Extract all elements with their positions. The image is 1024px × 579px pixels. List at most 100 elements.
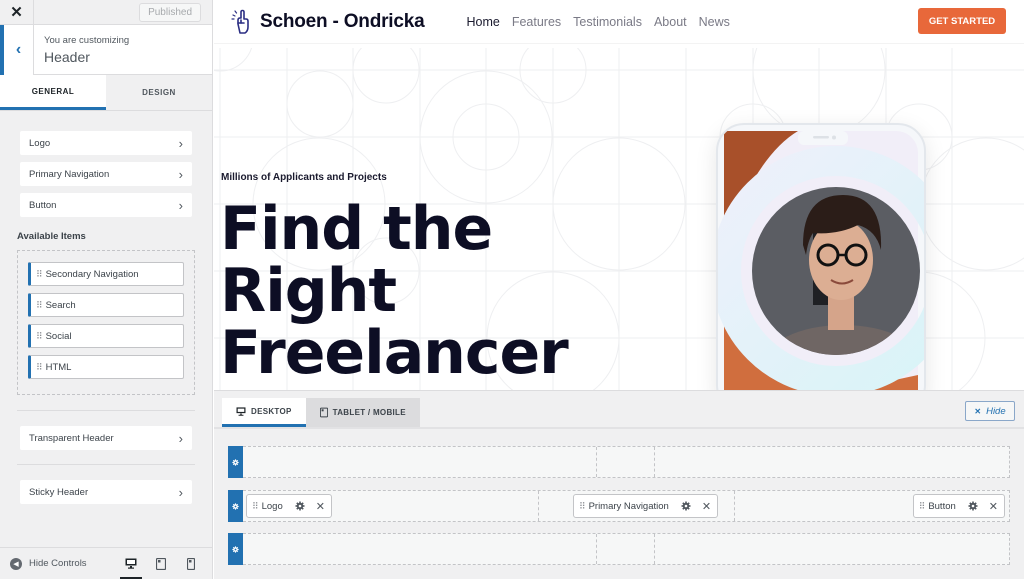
row-settings-button[interactable] [228, 533, 243, 565]
item-label: Secondary Navigation [45, 268, 139, 280]
item-label: HTML [45, 361, 72, 373]
dropzone-left[interactable] [243, 534, 597, 564]
chevron-right-icon: › [178, 430, 183, 446]
chevron-right-icon: › [178, 484, 183, 500]
available-item-html[interactable]: ⠿ HTML [28, 355, 184, 379]
gear-icon [232, 502, 239, 510]
remove-icon[interactable]: ✕ [989, 500, 998, 513]
hero-title: Find the Right Freelancer [220, 194, 569, 388]
tablet-icon [156, 557, 166, 570]
item-label: Primary Navigation [588, 500, 669, 512]
nav-home[interactable]: Home [466, 15, 499, 29]
dropzone-center[interactable]: ⠿ Primary Navigation ✕ [539, 491, 735, 521]
mobile-icon [187, 557, 195, 570]
site-preview: Schoen - Ondricka Home Features Testimon… [214, 0, 1024, 390]
available-items-title: Available Items [17, 231, 86, 242]
context-title: Header [44, 49, 90, 65]
builder-item-button[interactable]: ⠿ Button ✕ [912, 494, 1005, 518]
portrait-illustration [718, 131, 924, 390]
customizing-context: ‹ You are customizing Header [0, 25, 212, 75]
nav-features[interactable]: Features [512, 15, 561, 29]
close-icon[interactable]: ✕ [0, 0, 34, 25]
site-logo[interactable]: Schoen - Ondricka [230, 9, 425, 35]
section-label: Button [29, 199, 57, 211]
gear-icon[interactable] [681, 501, 691, 511]
dropzone-left[interactable]: ⠿ Logo ✕ [243, 491, 539, 521]
sidebar-top-bar: ✕ Published [0, 0, 212, 25]
dropzone-right[interactable] [655, 447, 1009, 477]
nav-news[interactable]: News [699, 15, 730, 29]
tab-design[interactable]: DESIGN [106, 75, 212, 110]
item-label: Search [45, 299, 76, 311]
item-label: Logo [261, 500, 283, 512]
get-started-button[interactable]: GET STARTED [918, 8, 1006, 34]
site-title: Schoen - Ondricka [260, 10, 425, 32]
row-settings-button[interactable] [228, 446, 243, 478]
section-logo[interactable]: Logo › [20, 131, 192, 155]
drag-handle-icon[interactable]: ⠿ [36, 362, 43, 373]
dropzone-center[interactable] [597, 534, 655, 564]
gear-icon[interactable] [295, 501, 305, 511]
drag-handle-icon[interactable]: ⠿ [36, 331, 43, 342]
hero-title-line: Right [220, 256, 397, 326]
tablet-icon [319, 407, 328, 418]
row-settings-button[interactable] [228, 490, 243, 522]
tab-desktop[interactable]: DESKTOP [222, 398, 306, 427]
section-button[interactable]: Button › [20, 193, 192, 217]
hero-subtitle: Millions of Applicants and Projects [221, 172, 387, 183]
hide-controls-button[interactable]: ◀ Hide Controls [0, 557, 87, 570]
hide-label: Hide [986, 405, 1006, 417]
tab-label: TABLET / MOBILE [332, 408, 406, 417]
drag-handle-icon[interactable]: ⠿ [36, 269, 43, 280]
remove-icon[interactable]: ✕ [316, 500, 325, 513]
dropzone-right[interactable] [655, 534, 1009, 564]
tab-divider [214, 427, 1024, 429]
builder-item-logo[interactable]: ⠿ Logo ✕ [246, 494, 332, 518]
customizer-app: ✕ Published ‹ You are customizing Header… [0, 0, 1024, 579]
device-tablet-button[interactable] [146, 548, 176, 579]
dropzone-right[interactable]: ⠿ Button ✕ [735, 491, 1009, 521]
item-label: Button [928, 500, 956, 512]
item-label: Social [45, 330, 72, 342]
section-transparent-header[interactable]: Transparent Header › [20, 426, 192, 450]
dropzone-left[interactable] [243, 447, 597, 477]
chevron-left-icon: ‹ [15, 41, 22, 58]
published-button[interactable]: Published [139, 2, 201, 22]
section-sticky-header[interactable]: Sticky Header › [20, 480, 192, 504]
available-items-dropzone: ⠿ Secondary Navigation ⠿ Search ⠿ Social… [17, 250, 195, 395]
nav-testimonials[interactable]: Testimonials [573, 15, 642, 29]
builder-row-top [228, 446, 1010, 478]
hero-title-line: Find the [220, 194, 493, 264]
available-item-secondary-navigation[interactable]: ⠿ Secondary Navigation [28, 262, 184, 286]
dropzone-center[interactable] [597, 447, 655, 477]
available-item-search[interactable]: ⠿ Search [28, 293, 184, 317]
hand-rock-logo-icon [231, 9, 249, 34]
tab-general[interactable]: GENERAL [0, 75, 106, 110]
builder-row-bottom [228, 533, 1010, 565]
divider [17, 464, 195, 465]
drag-handle-icon[interactable]: ⠿ [919, 501, 926, 512]
divider [17, 410, 195, 411]
available-item-social[interactable]: ⠿ Social [28, 324, 184, 348]
hide-builder-button[interactable]: ✕ Hide [965, 401, 1015, 421]
section-label: Logo [29, 137, 51, 149]
tab-tablet-mobile[interactable]: TABLET / MOBILE [305, 398, 420, 427]
primary-navigation: Home Features Testimonials About News [466, 15, 729, 29]
drag-handle-icon[interactable]: ⠿ [252, 501, 259, 512]
section-primary-navigation[interactable]: Primary Navigation › [20, 162, 192, 186]
builder-item-primary-navigation[interactable]: ⠿ Primary Navigation ✕ [572, 494, 719, 518]
close-icon: ✕ [974, 406, 982, 416]
nav-about[interactable]: About [654, 15, 687, 29]
hero-title-line: Freelancer [220, 318, 569, 388]
sidebar-footer: ◀ Hide Controls [0, 547, 212, 579]
desktop-icon [125, 558, 137, 569]
gear-icon[interactable] [968, 501, 978, 511]
remove-icon[interactable]: ✕ [702, 500, 711, 513]
drag-handle-icon[interactable]: ⠿ [579, 501, 586, 512]
back-button[interactable]: ‹ [0, 25, 34, 75]
device-desktop-button[interactable] [116, 548, 146, 579]
collapse-arrow-icon: ◀ [10, 557, 22, 570]
chevron-right-icon: › [178, 166, 183, 182]
device-mobile-button[interactable] [176, 548, 206, 579]
drag-handle-icon[interactable]: ⠿ [36, 300, 43, 311]
